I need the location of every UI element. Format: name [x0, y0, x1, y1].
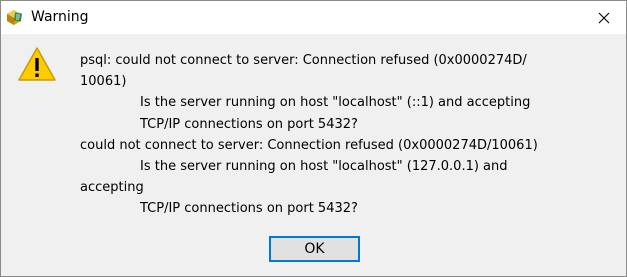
- warning-dialog: Warning psql: could not connect to serve…: [0, 0, 627, 277]
- ok-button[interactable]: OK: [269, 236, 360, 262]
- close-icon: [598, 12, 610, 24]
- message-line: psql: could not connect to server: Conne…: [80, 53, 527, 68]
- message-line: TCP/IP connections on port 5432?: [140, 201, 358, 217]
- message-line: Is the server running on host "localhost…: [140, 159, 508, 175]
- window-title: Warning: [31, 9, 89, 25]
- title-bar[interactable]: Warning: [1, 1, 626, 34]
- app-icon: [5, 8, 23, 26]
- message-line: Is the server running on host "localhost…: [140, 95, 531, 111]
- message-line: TCP/IP connections on port 5432?: [140, 116, 358, 132]
- message-line: 10061): [80, 74, 127, 90]
- close-button[interactable]: [581, 1, 626, 34]
- warning-icon: [17, 46, 57, 82]
- message-line: could not connect to server: Connection …: [80, 137, 538, 153]
- message-line: accepting: [80, 180, 144, 196]
- dialog-content: psql: could not connect to server: Conne…: [1, 34, 626, 276]
- error-message: psql: could not connect to server: Conne…: [80, 50, 616, 220]
